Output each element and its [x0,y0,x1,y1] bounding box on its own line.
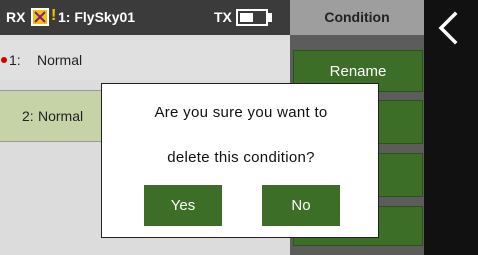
back-button[interactable] [428,6,470,50]
battery-level [240,13,253,22]
condition-name: Normal [37,52,83,68]
tx-label: TX [214,9,232,25]
no-button[interactable]: No [262,185,340,226]
confirm-delete-dialog: Are you sure you want to delete this con… [101,83,379,238]
battery-icon [236,9,268,26]
model-name: 1: FlySky01 [58,9,136,25]
warning-icon: ! [51,7,57,24]
active-condition-dot [1,57,7,63]
yes-button[interactable]: Yes [144,185,222,226]
condition-row-1[interactable]: 1: Normal [0,40,290,80]
condition-number: 1: [9,52,21,68]
condition-number: 2: [22,108,34,124]
rx-label: RX [6,9,26,25]
dialog-message-line-2: delete this condition? [167,149,315,166]
status-bar: RX ! 1: FlySky01 TX [0,0,290,35]
rx-disconnected-icon [31,8,49,26]
condition-name: Normal [38,108,84,124]
battery-tip [268,13,272,22]
dialog-message-line-1: Are you sure you want to [154,104,328,121]
chevron-left-icon [438,11,458,45]
page-title: Condition [290,0,424,35]
